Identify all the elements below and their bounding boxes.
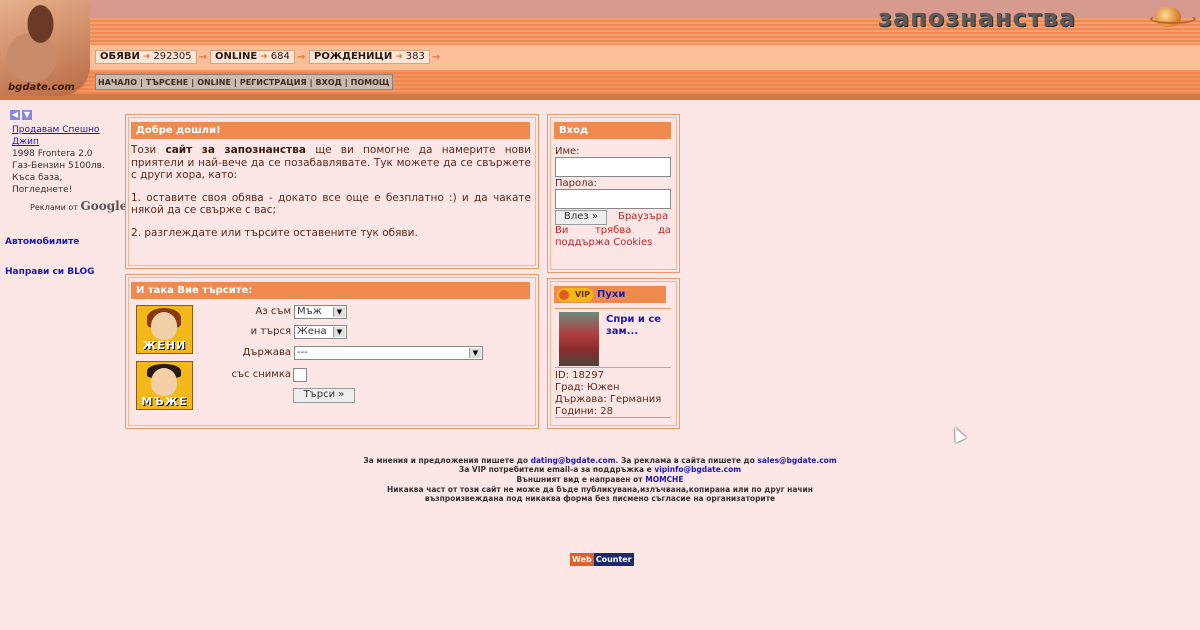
ad-nav: ◀ ▼ bbox=[10, 110, 32, 120]
footer-line-3: Външният вид е направен от MOMCHE bbox=[516, 475, 684, 484]
header: bgdate.com запознанства ОБЯВИ ➜ 292305 → ON… bbox=[0, 0, 1200, 100]
country-select[interactable]: --- ▼ bbox=[294, 346, 483, 360]
email-sales-link[interactable]: sales@bgdate.com bbox=[757, 456, 836, 465]
search-button[interactable]: Търси » bbox=[293, 388, 355, 403]
chevron-down-icon: ▼ bbox=[333, 307, 345, 317]
cookies-note-3: поддържа Cookies bbox=[555, 237, 653, 248]
welcome-text: Този сайт за запознанства ще ви помогне … bbox=[131, 144, 531, 239]
login-title: Вход bbox=[554, 122, 671, 139]
username-label: Име: bbox=[555, 146, 580, 157]
email-vip-link[interactable]: vipinfo@bgdate.com bbox=[654, 465, 741, 474]
ad-title-link[interactable]: Продавам Спешно Джип bbox=[12, 125, 100, 147]
footer-line-5: възпроизвеждана под никаква форма без пи… bbox=[424, 494, 776, 503]
avatar-men[interactable]: МЪЖЕ bbox=[136, 361, 193, 410]
nav-register[interactable]: РЕГИСТРАЦИЯ bbox=[240, 78, 307, 87]
country-label: Държава bbox=[242, 347, 291, 358]
search-title: И така Вие търсите: bbox=[131, 282, 530, 299]
photo-label: със снимка bbox=[231, 369, 292, 380]
chevron-down-icon: ▼ bbox=[469, 348, 481, 358]
vip-name-link[interactable]: Пухи bbox=[597, 289, 625, 300]
nav-search[interactable]: ТЪРСЕНЕ bbox=[146, 78, 188, 87]
i-am-select[interactable]: Мъж ▼ bbox=[294, 305, 347, 319]
ad-prev-icon[interactable]: ◀ bbox=[10, 110, 20, 120]
seeking-select[interactable]: Жена ▼ bbox=[294, 325, 347, 339]
brand-title: запознанства bbox=[878, 4, 1077, 32]
chevron-down-icon: ▼ bbox=[333, 327, 345, 337]
logo-text[interactable]: bgdate.com bbox=[8, 82, 75, 93]
webcounter-badge[interactable]: Web Counter bbox=[570, 553, 634, 566]
email-dating-link[interactable]: dating@bgdate.com bbox=[531, 456, 616, 465]
ad-next-icon[interactable]: ▼ bbox=[22, 110, 32, 120]
cookies-note-1: Браузъра bbox=[618, 211, 669, 222]
mouse-cursor-icon bbox=[949, 425, 967, 443]
arrow-icon: ➜ bbox=[260, 52, 268, 62]
seeking-label: и търся bbox=[250, 326, 291, 337]
password-label: Парола: bbox=[555, 178, 598, 189]
sidebar-link-blog[interactable]: Направи си BLOG bbox=[5, 267, 95, 277]
nav-home[interactable]: НАЧАЛО bbox=[98, 78, 137, 87]
stat-birthdays[interactable]: РОЖДЕНИЦИ ➜ 383 → bbox=[309, 50, 440, 64]
i-am-label: Аз съм bbox=[255, 306, 291, 317]
vip-age: Години: 28 bbox=[555, 406, 613, 417]
cookies-note-2: Ви трябва да bbox=[555, 225, 671, 236]
ads-by-google[interactable]: Реклами от Google bbox=[30, 199, 127, 213]
nav-online[interactable]: ONLINE bbox=[197, 78, 231, 87]
password-input[interactable] bbox=[555, 189, 671, 209]
main-nav: НАЧАЛО | ТЪРСЕНЕ | ONLINE | РЕГИСТРАЦИЯ | ВХ… bbox=[95, 74, 393, 90]
welcome-title: Добре дошли! bbox=[131, 122, 530, 139]
vip-city: Град: Южен bbox=[555, 382, 620, 393]
nav-login[interactable]: ВХОД bbox=[316, 78, 342, 87]
avatar-women[interactable]: ЖЕНИ bbox=[136, 305, 193, 354]
arrow-icon: ➜ bbox=[142, 52, 151, 62]
vip-profile-link[interactable]: Спри и се зам... bbox=[606, 314, 672, 338]
username-input[interactable] bbox=[555, 157, 671, 177]
stat-online[interactable]: ONLINE ➜ 684 → bbox=[210, 50, 305, 64]
vip-country: Държава: Германия bbox=[555, 394, 662, 405]
photo-checkbox[interactable] bbox=[293, 368, 307, 382]
vip-id: ID: 18297 bbox=[555, 370, 605, 381]
vip-photo[interactable] bbox=[559, 312, 599, 366]
nav-help[interactable]: ПОМОЩ bbox=[351, 78, 390, 87]
login-button[interactable]: Влез » bbox=[555, 210, 607, 225]
footer-line-2: За VIP потребители email-a за поддръжка … bbox=[458, 465, 742, 474]
sidebar-link-cars[interactable]: Автомобилите bbox=[5, 237, 79, 247]
arrow-icon: ➜ bbox=[395, 52, 403, 62]
text-ad: Продавам Спешно Джип 1998 Frontera 2.0 Г… bbox=[12, 125, 105, 195]
author-link[interactable]: MOMCHE bbox=[645, 475, 683, 484]
stat-ads[interactable]: ОБЯВИ ➜ 292305 → bbox=[95, 50, 207, 64]
vip-badge-icon: VIP bbox=[557, 288, 593, 302]
